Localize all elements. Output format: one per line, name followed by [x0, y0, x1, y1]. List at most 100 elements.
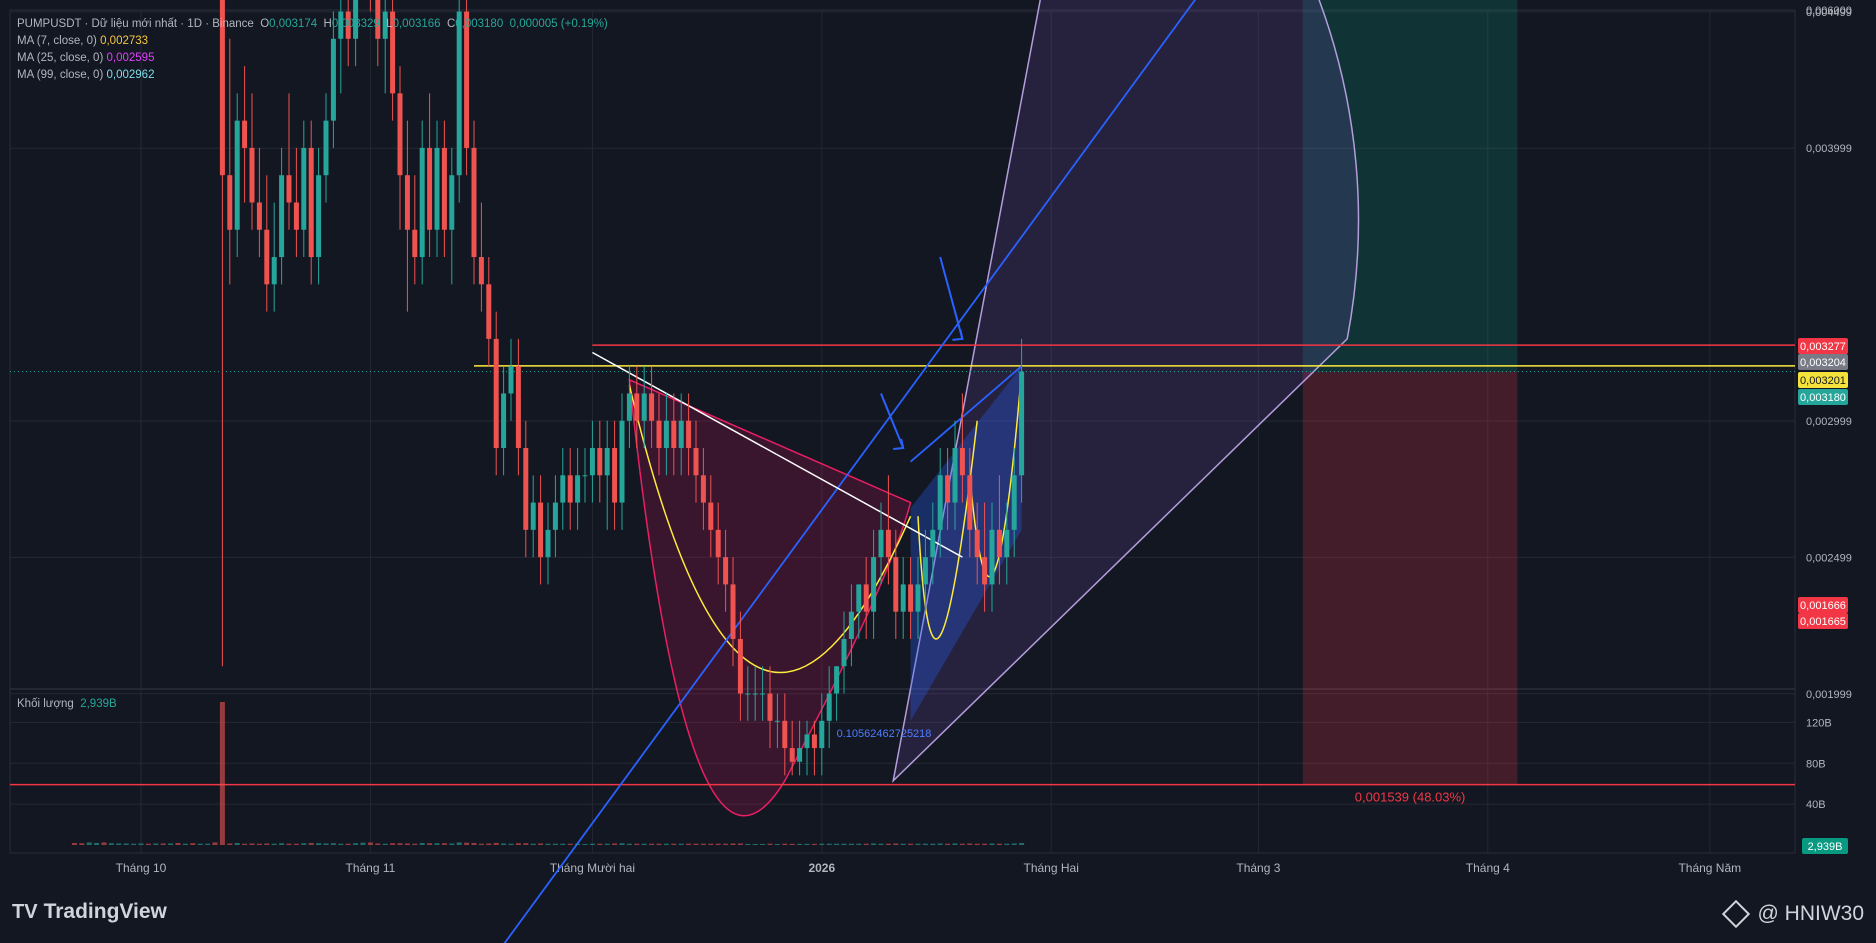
chart-background [0, 0, 1876, 943]
price-chart[interactable]: 0,0055000,0049990,0044990,0039990,002999… [0, 0, 1876, 943]
volume-bar [434, 843, 440, 845]
volume-bar [212, 842, 218, 845]
candle-body [952, 448, 958, 503]
candle-body [700, 475, 706, 503]
candle-body [619, 420, 625, 503]
volume-bar [279, 843, 285, 845]
volume-bar [937, 843, 943, 845]
candle-body [449, 175, 455, 230]
candle-body [293, 202, 299, 230]
volume-bar [826, 843, 832, 845]
candle-body [671, 420, 677, 449]
high-value: 0,003329 [331, 18, 380, 30]
volume-bar [486, 843, 492, 845]
volume-bar [308, 842, 314, 845]
volume-bar [242, 843, 248, 845]
ma99-row[interactable]: MA (99, close, 0) 0,002962 [17, 67, 608, 84]
volume-bar [634, 843, 640, 845]
tradingview-brand[interactable]: TV TradingView [12, 900, 167, 924]
volume-bar [841, 843, 847, 845]
volume-bar [656, 843, 662, 845]
candle-body [501, 393, 507, 449]
volume-bar [996, 843, 1002, 845]
candle-body [427, 147, 433, 230]
ma7-value: 0,002733 [100, 35, 149, 47]
candle-body [523, 448, 529, 530]
candle-body [478, 257, 484, 285]
change-value: 0,000005 (+0.19%) [509, 18, 608, 30]
binance-diamond-icon [1721, 899, 1750, 929]
volume-bar [501, 843, 507, 845]
candle-body [301, 147, 307, 230]
y-tick-label: 0,002999 [1806, 416, 1852, 428]
volume-bar [419, 842, 425, 845]
candle-body [885, 529, 891, 558]
volume-bar [693, 843, 699, 845]
author-signature: @ HNIW30 [1721, 899, 1864, 929]
volume-bar [900, 843, 906, 845]
volume-bar [427, 843, 433, 845]
volume-bar [730, 843, 736, 845]
volume-bar [323, 843, 329, 845]
candle-body [279, 175, 285, 258]
candle-body [708, 502, 714, 530]
volume-bar [293, 843, 299, 845]
volume-bar [952, 843, 958, 845]
candle-body [530, 502, 536, 530]
candle-body [826, 693, 832, 721]
candle-body [989, 529, 995, 585]
volume-bar [131, 843, 137, 845]
candle-body [641, 393, 647, 421]
volume-bar [515, 843, 521, 845]
candle-body [959, 448, 965, 476]
low-value: 0,003166 [392, 18, 441, 30]
candle-body [974, 529, 980, 558]
volume-bar [390, 843, 396, 845]
price-tag-label: 0,003201 [1800, 375, 1846, 387]
volume-bar [478, 843, 484, 845]
ma25-row[interactable]: MA (25, close, 0) 0,002595 [17, 50, 608, 67]
symbol-label: PUMPUSDT · Dữ liệu mới nhất · 1D · Binan… [17, 18, 254, 30]
volume-bar [871, 843, 877, 845]
ma25-value: 0,002595 [106, 52, 155, 64]
volume-bar [471, 842, 477, 845]
candle-body [737, 638, 743, 694]
volume-bar [412, 843, 418, 845]
volume-bar [582, 843, 588, 845]
volume-bar [552, 843, 558, 845]
stop-zone [1302, 371, 1518, 785]
ma7-row[interactable]: MA (7, close, 0) 0,002733 [17, 33, 608, 50]
volume-tick-label: 80B [1806, 758, 1826, 770]
volume-bar [589, 843, 595, 845]
x-tick-label: Tháng 3 [1236, 861, 1280, 875]
volume-value: 2,939B [80, 698, 117, 710]
volume-bar [360, 842, 366, 845]
candle-body [227, 175, 233, 230]
volume-bar [538, 843, 544, 845]
candle-body [560, 475, 566, 503]
candle-body [811, 734, 817, 749]
volume-bar [160, 843, 166, 845]
volume-bar [649, 843, 655, 845]
volume-bar [774, 843, 780, 845]
volume-bar [71, 842, 77, 845]
candle-body [404, 175, 410, 230]
candle-body [871, 557, 877, 612]
candle-body [663, 420, 669, 449]
candle-body [552, 502, 558, 530]
volume-bar [915, 843, 921, 845]
candle-body [945, 475, 951, 503]
candle-body [649, 393, 655, 421]
candle-body [264, 229, 270, 285]
volume-bar [967, 843, 973, 845]
volume-bar [168, 843, 174, 845]
chart-legend: PUMPUSDT · Dữ liệu mới nhất · 1D · Binan… [17, 16, 608, 84]
volume-bar [441, 843, 447, 845]
candle-body [789, 748, 795, 762]
price-tag-label: 0,001666 [1800, 600, 1846, 612]
volume-bar [671, 843, 677, 845]
open-value: 0,003174 [269, 18, 318, 30]
candle-body [893, 557, 899, 612]
volume-bar [626, 843, 632, 845]
volume-bar [404, 843, 410, 845]
